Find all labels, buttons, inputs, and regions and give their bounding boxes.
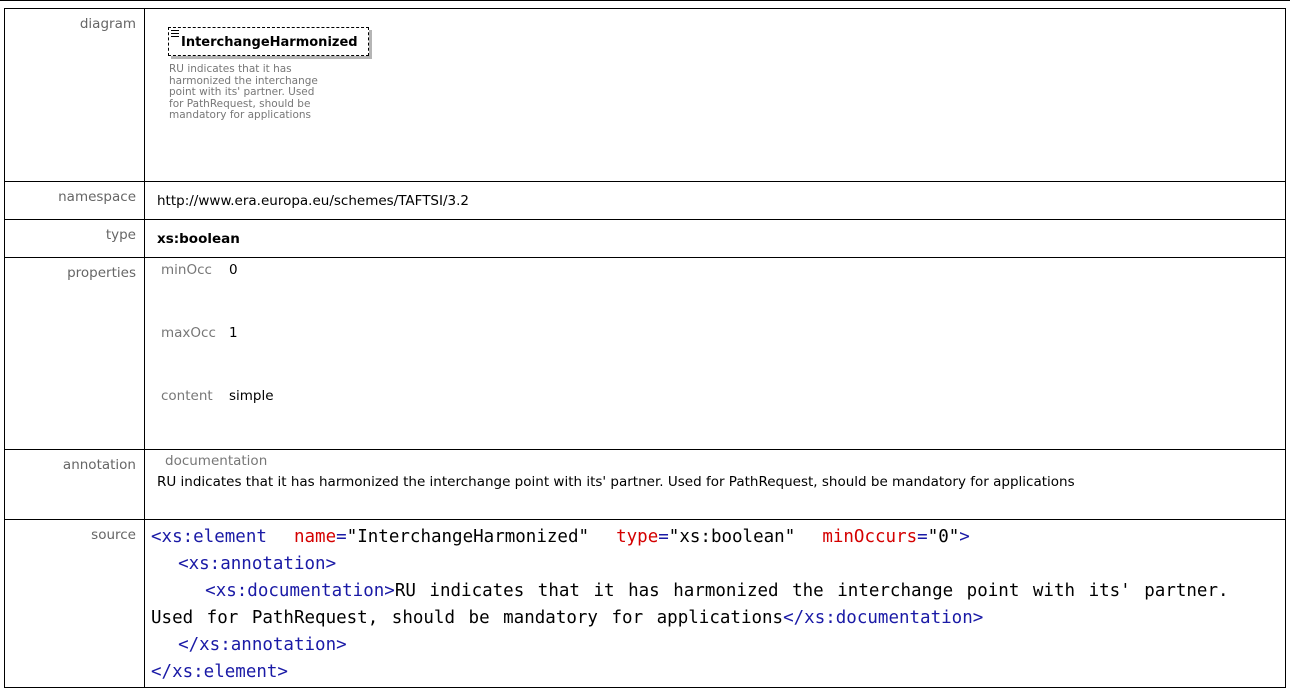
source-line: </xs:annotation> xyxy=(151,632,1267,659)
type-value: xs:boolean xyxy=(157,231,240,247)
type-cell: xs:boolean xyxy=(144,219,1286,258)
property-key: content xyxy=(161,388,213,404)
property-key: minOcc xyxy=(161,262,212,278)
property-value: simple xyxy=(229,388,274,404)
source-row: source <xs:element name="InterchangeHarm… xyxy=(4,519,1286,688)
sequence-order-icon xyxy=(171,30,179,37)
source-line: <xs:element name="InterchangeHarmonized"… xyxy=(151,524,1267,551)
xsd-documentation-page: diagram InterchangeHarmonized RU indicat… xyxy=(0,0,1290,688)
source-line: </xs:element> xyxy=(151,659,1267,686)
annotation-text: RU indicates that it has harmonized the … xyxy=(157,474,1075,490)
properties-label: properties xyxy=(4,257,145,450)
source-tag: <xs:annotation> xyxy=(178,554,337,574)
source-tag-close: > xyxy=(959,527,970,547)
source-equals: = xyxy=(658,527,669,547)
diagram-documentation: RU indicates that it has harmonized the … xyxy=(169,63,318,121)
properties-table: minOcc 0 maxOcc 1 content simple xyxy=(157,260,274,449)
source-code: <xs:element name="InterchangeHarmonized"… xyxy=(151,520,1285,686)
element-name: InterchangeHarmonized xyxy=(181,35,358,50)
type-label: type xyxy=(4,219,145,258)
annotation-key: documentation xyxy=(165,453,268,469)
property-row: content simple xyxy=(157,386,274,449)
element-box[interactable]: InterchangeHarmonized xyxy=(168,27,369,56)
properties-row: properties minOcc 0 maxOcc 1 content sim… xyxy=(4,257,1286,450)
property-value: 0 xyxy=(229,262,238,278)
annotation-label: annotation xyxy=(4,449,145,520)
type-row: type xs:boolean xyxy=(4,219,1286,258)
diagram: InterchangeHarmonized RU indicates that … xyxy=(157,9,1285,122)
namespace-value: http://www.era.europa.eu/schemes/TAFTSI/… xyxy=(157,193,470,209)
source-equals: = xyxy=(336,527,347,547)
property-row: minOcc 0 xyxy=(157,260,274,323)
property-value: 1 xyxy=(229,325,238,341)
source-attr-value: "xs:boolean" xyxy=(668,527,796,547)
source-attr-value: "0" xyxy=(927,527,960,547)
element-detail-table: diagram InterchangeHarmonized RU indicat… xyxy=(4,8,1286,688)
source-attr: minOccurs xyxy=(822,527,918,547)
header-rule xyxy=(0,0,1290,1)
source-cell: <xs:element name="InterchangeHarmonized"… xyxy=(144,519,1286,688)
diagram-label: diagram xyxy=(4,8,145,182)
source-tag: </xs:documentation> xyxy=(783,608,984,628)
property-row: maxOcc 1 xyxy=(157,323,274,386)
diagram-row: diagram InterchangeHarmonized RU indicat… xyxy=(4,8,1286,182)
source-attr: name xyxy=(293,527,337,547)
source-tag: <xs:documentation> xyxy=(205,581,395,601)
source-label: source xyxy=(4,519,145,688)
properties-cell: minOcc 0 maxOcc 1 content simple xyxy=(144,257,1286,450)
property-key: maxOcc xyxy=(161,325,216,341)
diagram-cell: InterchangeHarmonized RU indicates that … xyxy=(144,8,1286,182)
source-attr: type xyxy=(616,527,659,547)
namespace-row: namespace http://www.era.europa.eu/schem… xyxy=(4,181,1286,220)
annotation-row: annotation documentation RU indicates th… xyxy=(4,449,1286,520)
namespace-label: namespace xyxy=(4,181,145,220)
source-tag: <xs:element xyxy=(151,527,267,547)
source-line: <xs:documentation>RU indicates that it h… xyxy=(151,578,1267,632)
annotation-cell: documentation RU indicates that it has h… xyxy=(144,449,1286,520)
source-line: <xs:annotation> xyxy=(151,551,1267,578)
source-tag: </xs:element> xyxy=(151,662,288,682)
source-tag: </xs:annotation> xyxy=(178,635,347,655)
namespace-cell: http://www.era.europa.eu/schemes/TAFTSI/… xyxy=(144,181,1286,220)
source-attr-value: "InterchangeHarmonized" xyxy=(346,527,590,547)
source-equals: = xyxy=(917,527,928,547)
